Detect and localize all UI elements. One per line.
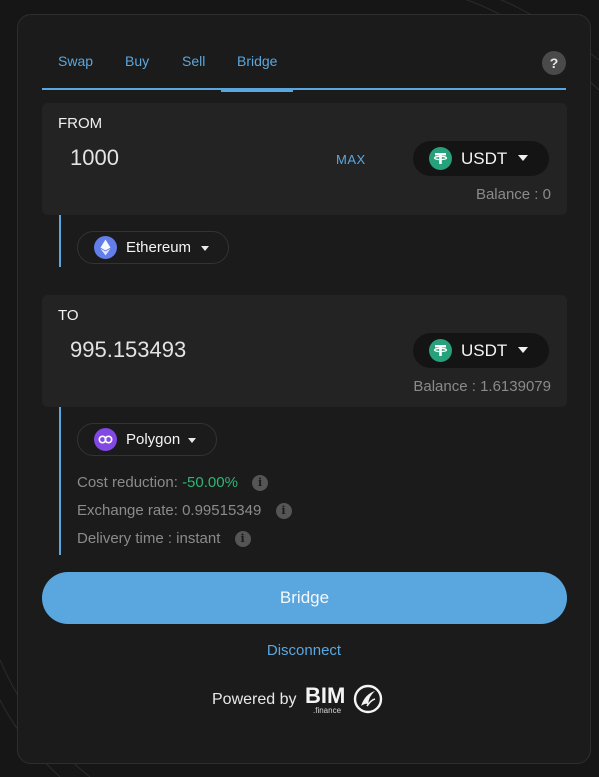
bim-logo-icon [353,684,383,714]
disconnect-link[interactable]: Disconnect [18,642,590,659]
from-amount-input[interactable] [70,145,310,171]
from-network-area: Ethereum [59,215,567,267]
help-icon[interactable]: ? [542,51,566,75]
from-panel: FROM MAX USDT Balance : 0 [42,103,567,215]
to-balance: Balance : 1.6139079 [413,378,551,395]
tether-icon [429,147,452,170]
tab-sell[interactable]: Sell [182,51,205,71]
powered-by: Powered by BIM .finance [18,683,590,719]
to-network-area: Polygon Cost reduction: -50.00% i Exchan… [59,407,567,555]
to-token-selector[interactable]: USDT [413,333,549,368]
active-tab-indicator [221,89,293,92]
info-icon[interactable]: i [275,503,292,519]
tab-bridge[interactable]: Bridge [237,51,277,71]
tab-buy[interactable]: Buy [125,51,149,71]
polygon-icon [94,428,117,451]
cost-reduction-label: Cost reduction: [77,474,178,491]
brand-suffix: .finance [313,706,342,715]
to-label: TO [58,307,79,324]
exchange-rate-row: Exchange rate: 0.99515349 i [77,502,292,519]
tether-icon [429,339,452,362]
to-token-label: USDT [461,341,508,360]
to-panel: TO USDT Balance : 1.6139079 [42,295,567,407]
to-network-label: Polygon [126,431,181,448]
from-network-selector[interactable]: Ethereum [77,231,229,264]
bridge-button[interactable]: Bridge [42,572,567,624]
bridge-widget: Swap Buy Sell Bridge ? FROM MAX USDT Bal… [17,14,591,764]
chevron-down-icon [201,246,209,251]
from-token-label: USDT [461,149,508,168]
ethereum-icon [94,236,117,259]
info-icon[interactable]: i [234,531,251,547]
from-token-selector[interactable]: USDT [413,141,549,176]
from-label: FROM [58,115,103,132]
cost-reduction-value: -50.00% [182,474,238,491]
tab-swap[interactable]: Swap [58,51,93,71]
delivery-time-text: Delivery time : instant [77,530,221,547]
from-network-label: Ethereum [126,239,192,256]
tab-bar: Swap Buy Sell Bridge ? [42,45,566,92]
chevron-down-icon [518,155,528,161]
to-amount-input[interactable] [70,337,310,363]
from-balance: Balance : 0 [475,186,551,203]
info-icon[interactable]: i [252,475,269,491]
chevron-down-icon [518,347,528,353]
bim-finance-logo: BIM .finance [305,683,385,719]
delivery-time-row: Delivery time : instant i [77,530,251,547]
cost-reduction-row: Cost reduction: -50.00% i [77,474,269,491]
max-button[interactable]: MAX [336,152,366,167]
chevron-down-icon [188,438,196,443]
exchange-rate-text: Exchange rate: 0.99515349 [77,502,262,519]
powered-by-text: Powered by [212,691,297,708]
to-network-selector[interactable]: Polygon [77,423,217,456]
